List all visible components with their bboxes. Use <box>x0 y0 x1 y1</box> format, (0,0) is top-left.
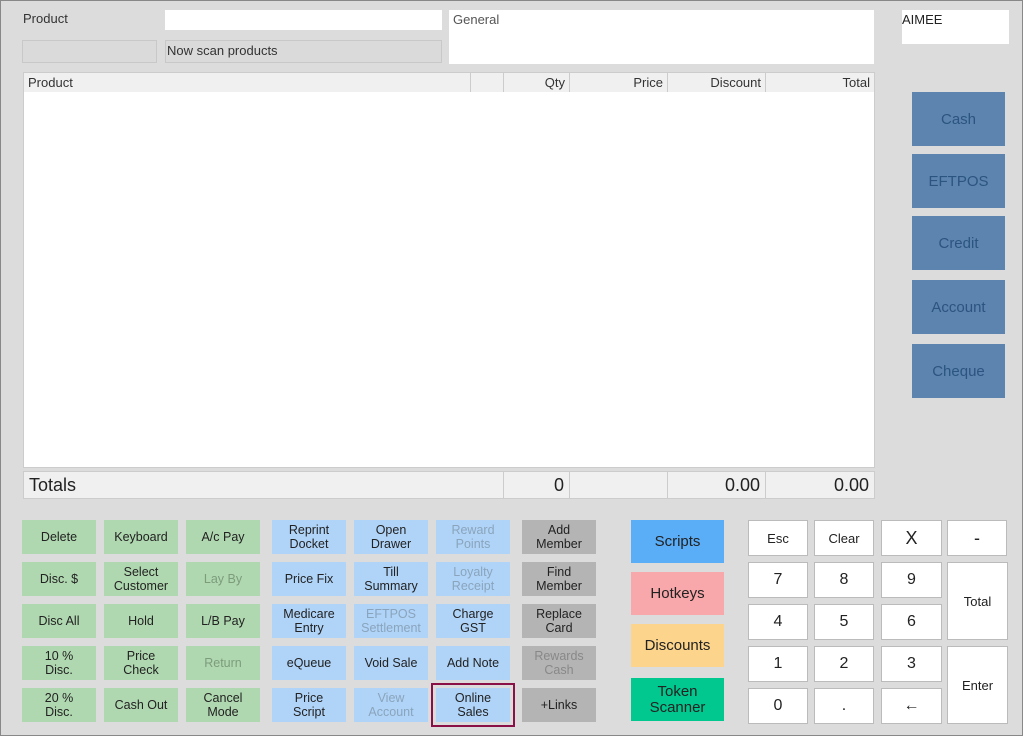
key-5[interactable]: 5 <box>814 604 874 640</box>
disc-all-button[interactable]: Disc All <box>22 604 96 638</box>
eftpos-settlement-button: EFTPOS Settlement <box>354 604 428 638</box>
key-9[interactable]: 9 <box>881 562 942 598</box>
totals-row: Totals 0 0.00 0.00 <box>23 471 875 499</box>
status-message: Now scan products <box>165 40 442 63</box>
key-clear[interactable]: Clear <box>814 520 874 556</box>
medicare-entry-button[interactable]: Medicare Entry <box>272 604 346 638</box>
20-disc-button[interactable]: 20 % Disc. <box>22 688 96 722</box>
key-6[interactable]: 6 <box>881 604 942 640</box>
key-decimal[interactable]: . <box>814 688 874 724</box>
charge-gst-button[interactable]: Charge GST <box>436 604 510 638</box>
void-sale-button[interactable]: Void Sale <box>354 646 428 680</box>
till-summary-button[interactable]: Till Summary <box>354 562 428 596</box>
totals-discount: 0.00 <box>668 472 766 498</box>
add-note-button[interactable]: Add Note <box>436 646 510 680</box>
price-check-button[interactable]: Price Check <box>104 646 178 680</box>
col-discount: Discount <box>668 73 766 92</box>
10-disc-button[interactable]: 10 % Disc. <box>22 646 96 680</box>
eftpos-button[interactable]: EFTPOS <box>912 154 1005 208</box>
totals-total: 0.00 <box>766 472 874 498</box>
discounts-button[interactable]: Discounts <box>631 624 724 667</box>
delete-button[interactable]: Delete <box>22 520 96 554</box>
cash-button[interactable]: Cash <box>912 92 1005 146</box>
cash-out-button[interactable]: Cash Out <box>104 688 178 722</box>
key-0[interactable]: 0 <box>748 688 808 724</box>
left-status <box>22 40 157 63</box>
loyalty-receipt-button: Loyalty Receipt <box>436 562 510 596</box>
key-7[interactable]: 7 <box>748 562 808 598</box>
hotkeys-button[interactable]: Hotkeys <box>631 572 724 615</box>
scripts-button[interactable]: Scripts <box>631 520 724 563</box>
disc-button[interactable]: Disc. $ <box>22 562 96 596</box>
key-2[interactable]: 2 <box>814 646 874 682</box>
account-button[interactable]: Account <box>912 280 1005 334</box>
key-total[interactable]: Total <box>947 562 1008 640</box>
l-b-pay-button[interactable]: L/B Pay <box>186 604 260 638</box>
key-3[interactable]: 3 <box>881 646 942 682</box>
key-1[interactable]: 1 <box>748 646 808 682</box>
col-qty: Qty <box>504 73 570 92</box>
find-member-button[interactable]: Find Member <box>522 562 596 596</box>
token-scanner-button[interactable]: Token Scanner <box>631 678 724 721</box>
price-fix-button[interactable]: Price Fix <box>272 562 346 596</box>
key-multiply[interactable]: X <box>881 520 942 556</box>
replace-card-button[interactable]: Replace Card <box>522 604 596 638</box>
cancel-mode-button[interactable]: Cancel Mode <box>186 688 260 722</box>
key-enter[interactable]: Enter <box>947 646 1008 724</box>
a-c-pay-button[interactable]: A/c Pay <box>186 520 260 554</box>
credit-button[interactable]: Credit <box>912 216 1005 270</box>
keyboard-button[interactable]: Keyboard <box>104 520 178 554</box>
totals-label: Totals <box>24 472 504 498</box>
totals-price <box>570 472 668 498</box>
hold-button[interactable]: Hold <box>104 604 178 638</box>
rewards-cash-button: Rewards Cash <box>522 646 596 680</box>
reprint-docket-button[interactable]: Reprint Docket <box>272 520 346 554</box>
lay-by-button: Lay By <box>186 562 260 596</box>
select-customer-button[interactable]: Select Customer <box>104 562 178 596</box>
product-input[interactable] <box>165 10 442 30</box>
return-button: Return <box>186 646 260 680</box>
open-drawer-button[interactable]: Open Drawer <box>354 520 428 554</box>
key-escape[interactable]: Esc <box>748 520 808 556</box>
price-script-button[interactable]: Price Script <box>272 688 346 722</box>
sale-items-table[interactable]: Product Qty Price Discount Total <box>23 72 875 468</box>
customer-box: General <box>449 10 874 64</box>
operator-name: AIMEE <box>902 10 1009 44</box>
reward-points-button: Reward Points <box>436 520 510 554</box>
product-label: Product <box>23 11 68 26</box>
col-total: Total <box>766 73 874 92</box>
key-4[interactable]: 4 <box>748 604 808 640</box>
totals-qty: 0 <box>504 472 570 498</box>
view-account-button: View Account <box>354 688 428 722</box>
col-product: Product <box>24 73 471 92</box>
equeue-button[interactable]: eQueue <box>272 646 346 680</box>
key-minus[interactable]: - <box>947 520 1007 556</box>
col-price: Price <box>570 73 668 92</box>
key-backspace[interactable]: ← <box>881 688 942 724</box>
add-member-button[interactable]: Add Member <box>522 520 596 554</box>
links-button[interactable]: +Links <box>522 688 596 722</box>
online-sales-button[interactable]: Online Sales <box>431 683 515 727</box>
col-blank <box>471 73 504 92</box>
key-8[interactable]: 8 <box>814 562 874 598</box>
cheque-button[interactable]: Cheque <box>912 344 1005 398</box>
